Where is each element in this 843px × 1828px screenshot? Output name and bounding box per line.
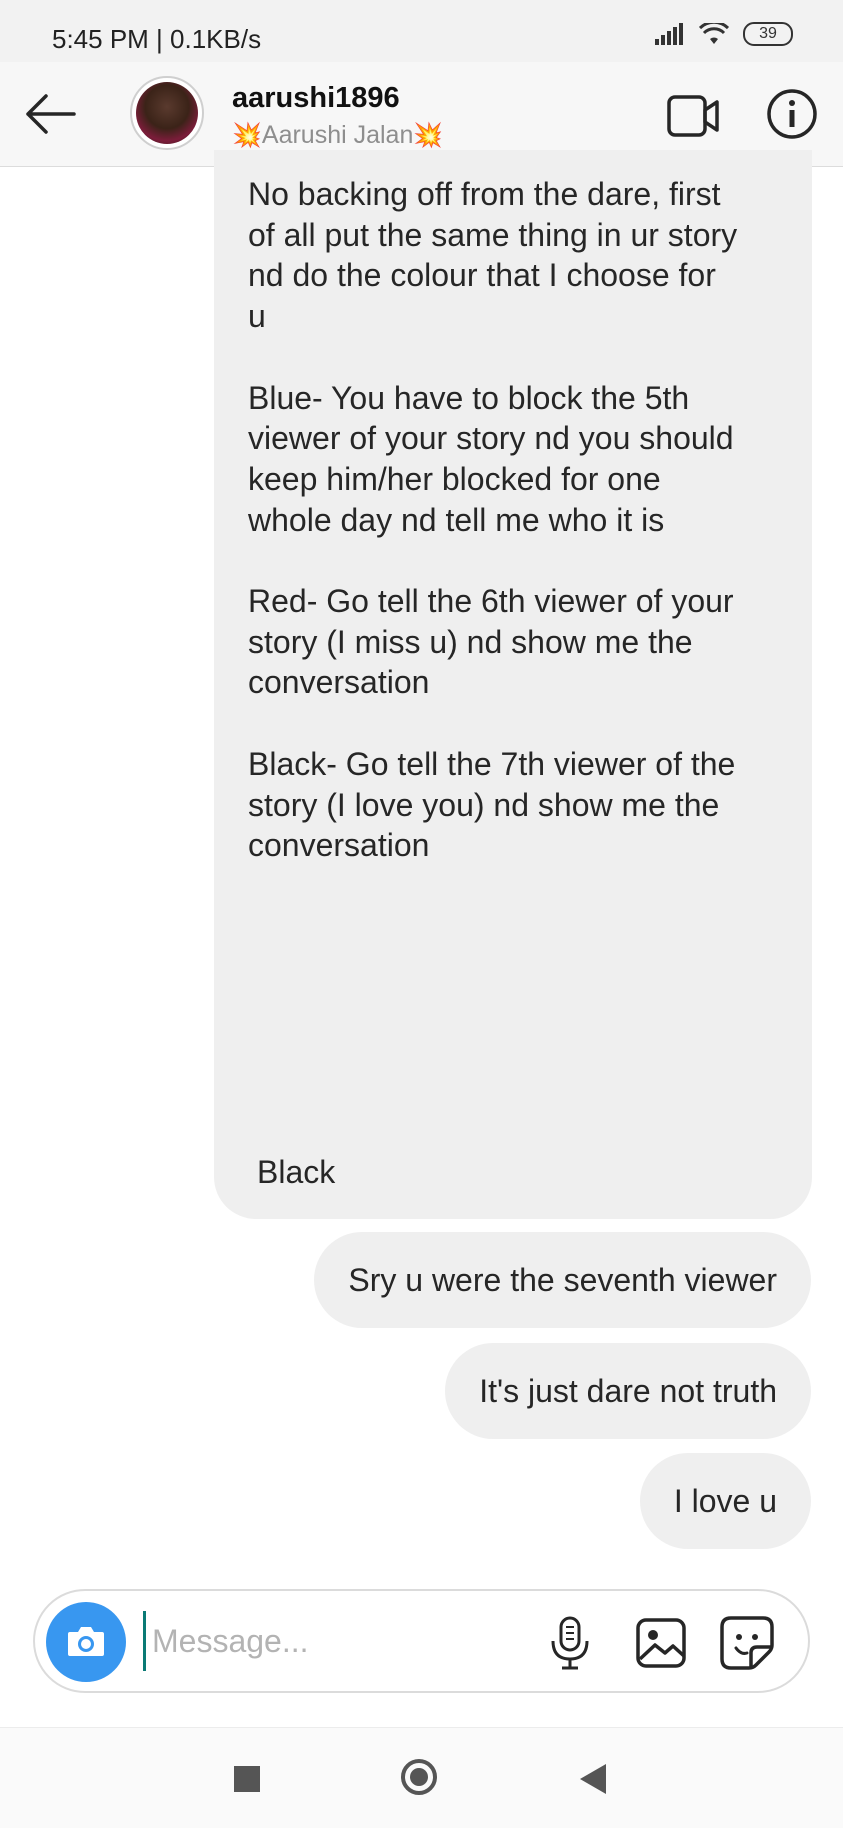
info-icon bbox=[767, 89, 817, 139]
microphone-button[interactable] bbox=[545, 1615, 595, 1671]
status-icons: 39 bbox=[655, 22, 793, 46]
message-paragraph: Red- Go tell the 6th viewer of your stor… bbox=[248, 583, 734, 701]
sticker-icon bbox=[720, 1616, 774, 1670]
message-paragraph: No backing off from the dare, first of a… bbox=[248, 176, 738, 335]
camera-button[interactable] bbox=[46, 1602, 126, 1682]
sent-message-bubble[interactable]: Sry u were the seventh viewer bbox=[314, 1232, 811, 1328]
system-back-button[interactable] bbox=[580, 1764, 606, 1794]
chat-username[interactable]: aarushi1896 bbox=[232, 82, 400, 115]
full-name-text: Aarushi Jalan bbox=[261, 121, 414, 149]
sticker-button[interactable] bbox=[719, 1615, 775, 1671]
back-button[interactable] bbox=[22, 88, 78, 140]
home-button[interactable] bbox=[401, 1759, 437, 1795]
avatar-image bbox=[136, 82, 198, 144]
microphone-icon bbox=[551, 1616, 589, 1670]
chat-fullname: 💥 Aarushi Jalan 💥 bbox=[232, 121, 443, 150]
shared-message-bubble[interactable]: No backing off from the dare, first of a… bbox=[214, 150, 812, 1219]
sent-message-bubble[interactable]: I love u bbox=[639, 1453, 811, 1549]
video-call-button[interactable] bbox=[666, 92, 720, 140]
status-bar: 5:45 PM | 0.1KB/s 39 bbox=[0, 0, 843, 62]
signal-icon bbox=[655, 23, 683, 45]
message-input[interactable] bbox=[143, 1611, 552, 1671]
gallery-icon bbox=[636, 1618, 686, 1668]
battery-indicator: 39 bbox=[743, 22, 793, 46]
sent-message-bubble[interactable]: It's just dare not truth bbox=[445, 1343, 811, 1439]
wifi-icon bbox=[699, 23, 729, 44]
camera-icon bbox=[68, 1627, 104, 1656]
gallery-button[interactable] bbox=[635, 1617, 687, 1669]
burst-emoji-icon: 💥 bbox=[413, 122, 444, 149]
message-paragraph: Blue- You have to block the 5th viewer o… bbox=[248, 379, 734, 538]
video-call-icon bbox=[667, 95, 719, 137]
back-arrow-icon bbox=[26, 94, 76, 134]
system-nav-bar bbox=[0, 1727, 843, 1828]
info-button[interactable] bbox=[766, 88, 818, 140]
reply-text: Black bbox=[257, 1154, 336, 1190]
avatar[interactable] bbox=[130, 76, 204, 150]
burst-emoji-icon: 💥 bbox=[232, 122, 262, 149]
message-paragraph: Black- Go tell the 7th viewer of the sto… bbox=[248, 745, 736, 864]
status-time: 5:45 PM | 0.1KB/s bbox=[52, 24, 262, 54]
message-composer bbox=[33, 1589, 810, 1693]
recent-apps-button[interactable] bbox=[234, 1766, 260, 1792]
